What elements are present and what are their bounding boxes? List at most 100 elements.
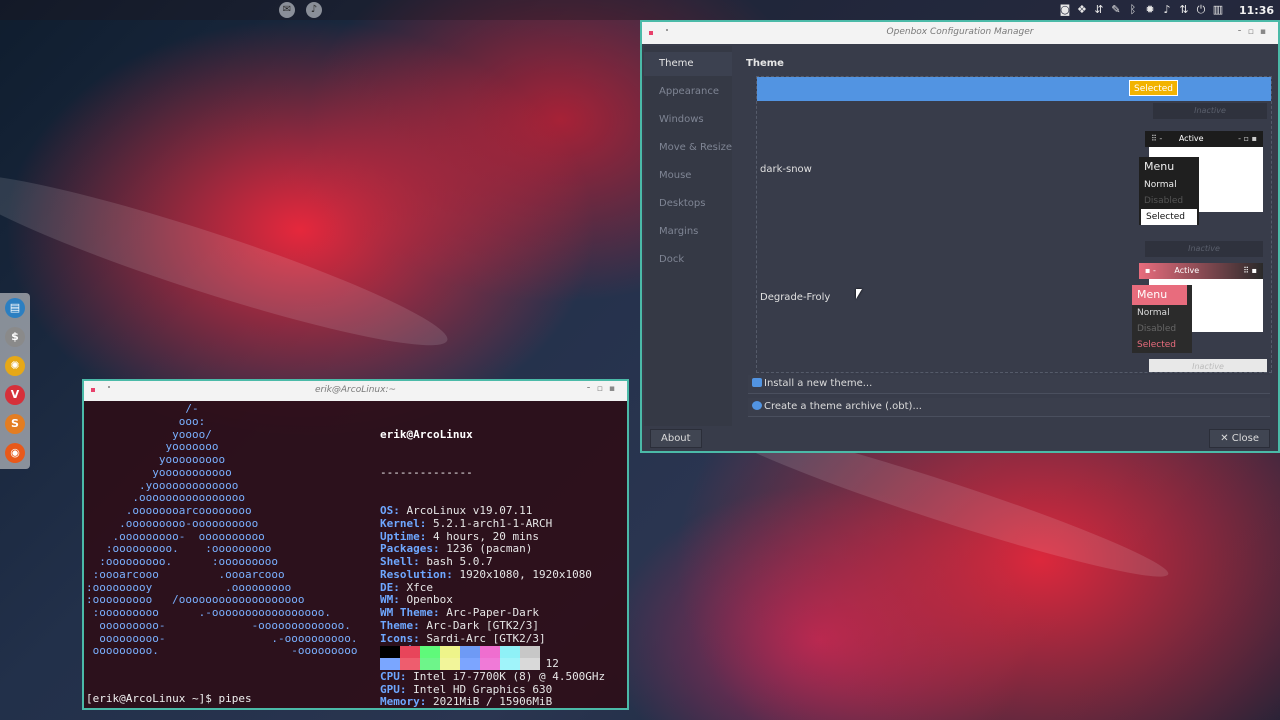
network-icon[interactable]: ⇵: [1093, 4, 1105, 16]
active-label: Active: [1174, 266, 1200, 275]
inactive-preview: Inactive: [1153, 103, 1267, 119]
color-palette: [380, 646, 540, 670]
info-value: Xfce: [399, 580, 433, 594]
menu-item-disabled: Disabled: [1137, 324, 1177, 334]
sidebar-item-move-resize[interactable]: Move & Resize: [644, 136, 732, 160]
clipboard-icon[interactable]: ▥: [1212, 4, 1224, 16]
system-tray: ◙ ❖ ⇵ ✎ ᛒ ✹ ♪ ⇅ ⏻ ▥ 11:36: [1059, 0, 1280, 20]
section-heading: Theme: [746, 58, 784, 69]
money-dock-icon[interactable]: $: [5, 327, 25, 347]
logo-line: ooooooooo- -ooooooooooooo.: [86, 618, 351, 632]
info-separator: --------------: [380, 465, 473, 479]
shell-prompt[interactable]: [erik@ArcoLinux ~]$ pipes: [86, 692, 252, 706]
palette-swatch: [520, 646, 540, 658]
info-key: DE:: [380, 580, 400, 594]
info-key: OS:: [380, 504, 400, 517]
palette-swatch: [380, 658, 400, 670]
bluetooth-icon[interactable]: ᛒ: [1127, 4, 1139, 16]
logo-line: .oooooooarcoooooooo: [86, 504, 252, 517]
mouse-cursor-icon: [856, 289, 862, 299]
clock[interactable]: 11:36: [1239, 4, 1274, 17]
palette-swatch: [420, 658, 440, 670]
files-dock-icon[interactable]: ▤: [5, 298, 25, 318]
sidebar-item-margins[interactable]: Margins: [644, 220, 732, 244]
settings-dock-icon[interactable]: ✺: [5, 356, 25, 376]
info-key: WM:: [380, 593, 400, 607]
menu-preview: Menu Normal Disabled Selected: [1132, 285, 1192, 353]
palette-swatch: [440, 658, 460, 670]
logo-line: yooooooooooo: [86, 465, 232, 479]
create-archive-button[interactable]: Create a theme archive (.obt)...: [748, 398, 1270, 417]
info-key: CPU:: [380, 669, 407, 683]
archive-icon: [752, 401, 762, 410]
terminal-title: erik@ArcoLinux:~: [314, 385, 397, 395]
install-theme-button[interactable]: Install a new theme...: [748, 375, 1270, 394]
obconf-titlebar[interactable]: Openbox Configuration Manager ⁃▫▪: [642, 22, 1278, 44]
camera-icon[interactable]: ◙: [1059, 4, 1071, 16]
settings-icon[interactable]: ✹: [1144, 4, 1156, 16]
close-button[interactable]: ✕ Close: [1209, 429, 1270, 448]
terminal-titlebar[interactable]: erik@ArcoLinux:~ ⁃▫▪: [84, 381, 627, 401]
palette-swatch: [380, 646, 400, 658]
transfer-icon[interactable]: ⇅: [1178, 4, 1190, 16]
inactive-preview: Inactive: [1149, 359, 1267, 372]
info-value: 1236 (pacman): [439, 542, 533, 556]
logo-line: ooo:: [86, 414, 206, 428]
vivaldi-dock-icon[interactable]: V: [5, 385, 25, 405]
menu-item-normal: Normal: [1137, 308, 1170, 318]
theme-name-degrade-froly[interactable]: Degrade-Froly: [760, 292, 830, 303]
palette-swatch: [420, 646, 440, 658]
menu-preview: Menu Normal Disabled Selected: [1139, 157, 1199, 225]
selected-theme-row[interactable]: [757, 77, 1271, 101]
folder-icon: [752, 378, 762, 387]
terminal-output[interactable]: /- ooo: yoooo/ yooooooo yooooooooo yoooo…: [86, 402, 627, 709]
palette-swatch: [520, 658, 540, 670]
logo-line: .ooooooooo-oooooooooo: [86, 516, 259, 530]
logo-line: yooooooooo: [86, 453, 226, 466]
sidebar-item-dock[interactable]: Dock: [644, 248, 732, 272]
sidebar-item-desktops[interactable]: Desktops: [644, 192, 732, 216]
menu-item-selected: Selected: [1141, 209, 1197, 225]
logo-line: ooooooooo. -ooooooooo: [86, 644, 358, 658]
obconf-sidebar: Theme Appearance Windows Move & Resize M…: [644, 46, 732, 426]
sidebar-item-windows[interactable]: Windows: [644, 108, 732, 132]
theme-name-dark-snow[interactable]: dark-snow: [760, 164, 812, 175]
menu-item-normal: Normal: [1144, 180, 1177, 190]
palette-swatch: [480, 658, 500, 670]
firefox-dock-icon[interactable]: ◉: [5, 443, 25, 463]
info-value: 5.2.1-arch1-1-ARCH: [426, 516, 553, 530]
side-dock: ▤ $ ✺ V S ◉: [0, 293, 30, 469]
info-key: Icons:: [380, 631, 420, 645]
power-icon[interactable]: ⏻: [1195, 4, 1207, 16]
thunderbird-icon[interactable]: ✉: [279, 2, 295, 18]
menu-item-disabled: Disabled: [1144, 196, 1184, 206]
active-preview-bar: ▪ ‐ Active ⠿ ▪: [1139, 263, 1263, 279]
sidebar-item-theme[interactable]: Theme: [644, 52, 732, 76]
active-label: Active: [1178, 134, 1204, 143]
info-key: Memory:: [380, 695, 427, 709]
sidebar-item-appearance[interactable]: Appearance: [644, 80, 732, 104]
terminal-window[interactable]: erik@ArcoLinux:~ ⁃▫▪ /- ooo: yoooo/ yooo…: [82, 379, 629, 710]
info-value: Openbox: [399, 593, 453, 607]
create-archive-label: Create a theme archive (.obt)...: [764, 401, 922, 412]
dropbox-icon[interactable]: ❖: [1076, 4, 1088, 16]
sound-icon[interactable]: ♪: [306, 2, 322, 18]
menu-item-selected: Selected: [1137, 340, 1177, 350]
sublime-dock-icon[interactable]: S: [5, 414, 25, 434]
about-button[interactable]: About: [650, 429, 702, 448]
theme-list[interactable]: Selected Inactive dark-snow ⠿ ‐ Active ‐…: [756, 76, 1272, 373]
paint-icon[interactable]: ✎: [1110, 4, 1122, 16]
info-key: Shell:: [380, 555, 420, 568]
volume-icon[interactable]: ♪: [1161, 4, 1173, 16]
logo-line: :ooooooooo. :ooooooooo: [86, 555, 279, 568]
window-controls[interactable]: ⁃▫▪: [586, 384, 621, 394]
sidebar-item-mouse[interactable]: Mouse: [644, 164, 732, 188]
menu-title: Menu: [1132, 285, 1187, 305]
info-key: Theme:: [380, 618, 420, 632]
obconf-window[interactable]: Openbox Configuration Manager ⁃▫▪ Theme …: [640, 20, 1280, 453]
info-key: Uptime:: [380, 529, 427, 543]
info-value: 1920x1080, 1920x1080: [452, 567, 592, 581]
window-controls[interactable]: ⁃▫▪: [1237, 27, 1272, 37]
info-line: Memory: 2021MiB / 15906MiB: [380, 695, 605, 709]
palette-swatch: [460, 658, 480, 670]
